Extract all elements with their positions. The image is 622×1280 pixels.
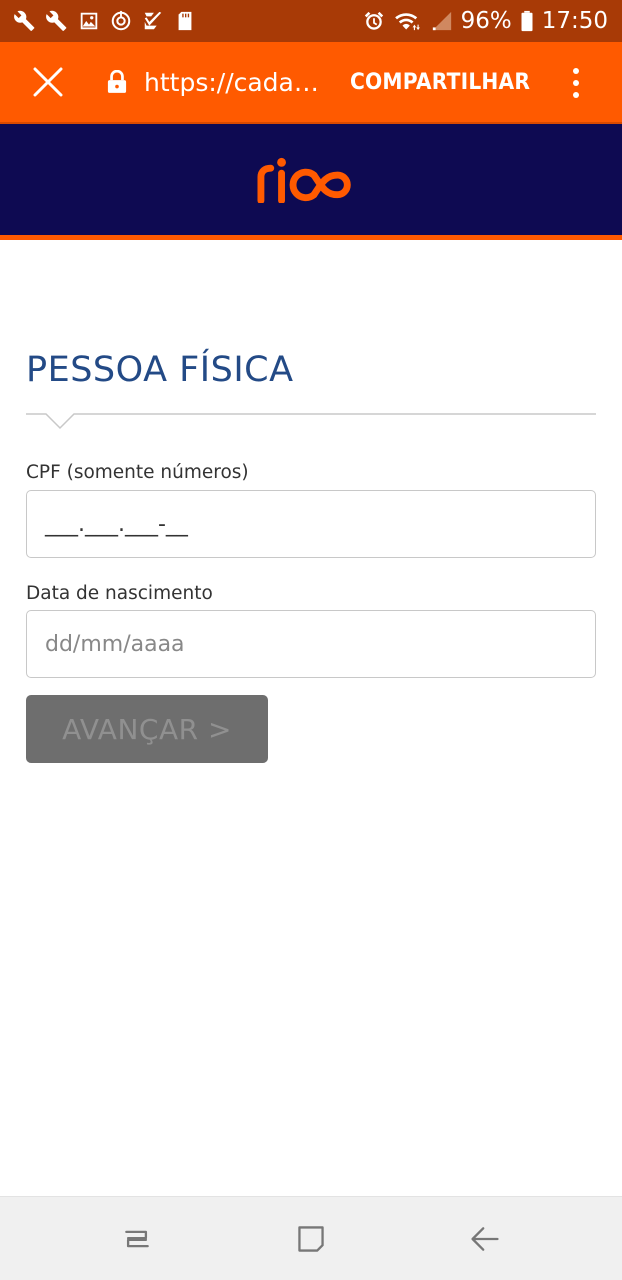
browser-toolbar: https://cadast… COMPARTILHAR [0, 42, 622, 124]
rico-logo [257, 157, 351, 203]
check-icon [142, 10, 164, 32]
birth-date-label: Data de nascimento [26, 583, 213, 604]
notification-icons [14, 10, 196, 32]
overflow-menu-button[interactable] [570, 68, 582, 98]
status-bar: 96% 17:50 [0, 0, 622, 42]
wrench-icon [46, 10, 68, 32]
navigation-bar [0, 1196, 622, 1280]
home-button[interactable] [293, 1221, 329, 1257]
close-tab-button[interactable] [20, 54, 76, 110]
system-status: 96% 17:50 [363, 8, 608, 34]
back-button[interactable] [467, 1221, 503, 1257]
recent-apps-button[interactable] [119, 1221, 155, 1257]
menu-dot [573, 68, 579, 74]
alarm-icon [363, 10, 385, 32]
site-header [0, 124, 622, 240]
home-icon [298, 1226, 324, 1252]
menu-dot [573, 80, 579, 86]
lock-icon [106, 69, 128, 95]
title-divider [26, 413, 596, 430]
url-field[interactable]: https://cadast… [144, 68, 328, 97]
battery-icon [520, 10, 534, 32]
signal-icon [431, 10, 453, 32]
cpf-label: CPF (somente números) [26, 462, 249, 483]
back-arrow-icon [471, 1227, 499, 1251]
menu-dot [573, 92, 579, 98]
wrench-icon [14, 10, 36, 32]
birth-date-input[interactable]: dd/mm/aaaa [26, 610, 596, 678]
image-icon [78, 10, 100, 32]
share-button[interactable]: COMPARTILHAR [350, 70, 530, 95]
page-title: PESSOA FÍSICA [26, 350, 294, 390]
battery-percent: 96% [460, 8, 512, 34]
recent-apps-icon [125, 1230, 149, 1248]
sync-icon [110, 10, 132, 32]
clock: 17:50 [541, 8, 608, 34]
advance-button[interactable]: AVANÇAR > [26, 695, 268, 763]
sd-card-icon [174, 10, 196, 32]
cpf-input[interactable]: ___.___.___-__ [26, 490, 596, 558]
close-icon [33, 67, 63, 97]
wifi-icon [393, 10, 423, 32]
